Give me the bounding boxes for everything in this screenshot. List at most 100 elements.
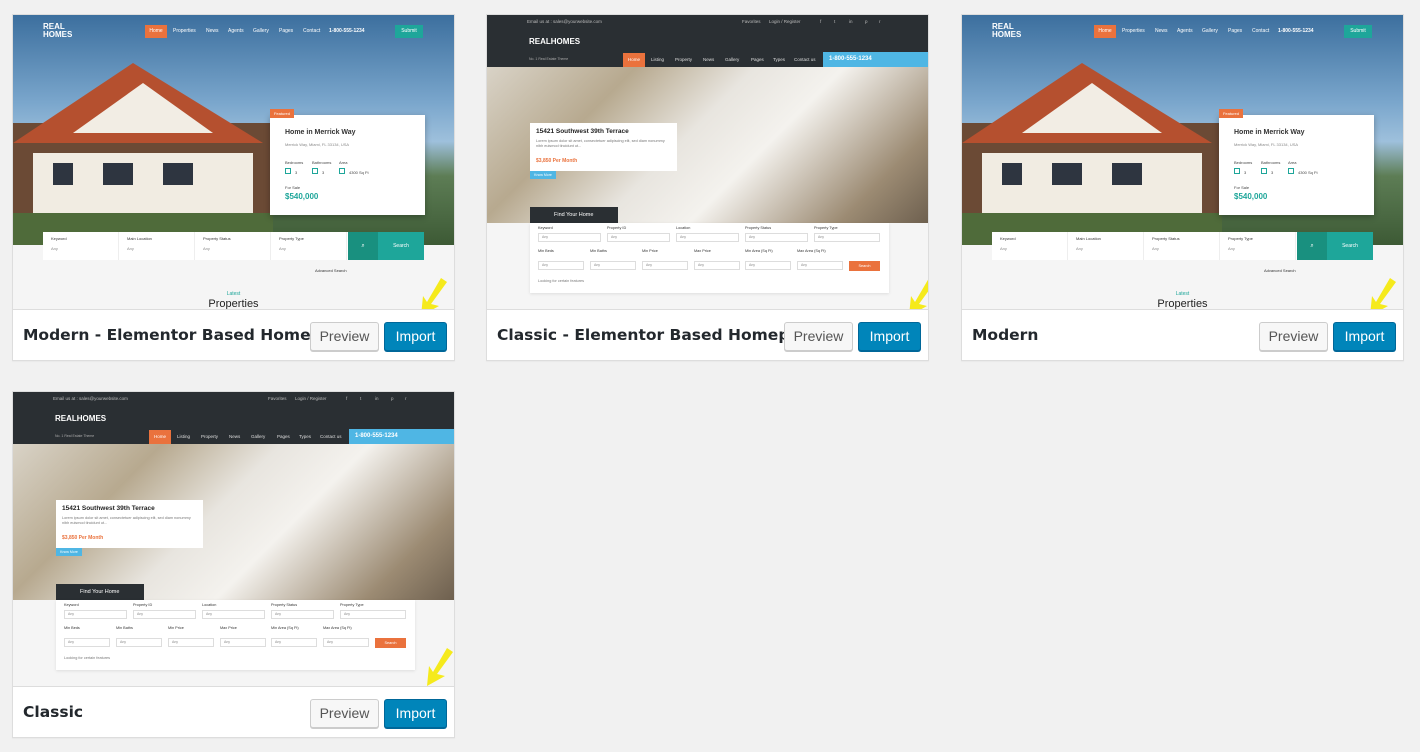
demo-screenshot[interactable]: Email us at : sales@yourwebsite.com Favo… [13, 392, 454, 686]
meta-value: 4300 Sq Ft [1298, 170, 1318, 175]
import-button[interactable]: Import [858, 322, 921, 351]
field-input: Any [607, 233, 670, 242]
thumb-nav-item: Gallery [1202, 28, 1218, 34]
field-label: Keyword [538, 226, 553, 230]
rss-icon: r [405, 396, 407, 401]
bed-icon [1234, 168, 1240, 174]
thumb-email: Email us at : sales@yourwebsite.com [53, 396, 128, 401]
search-field: Property Status Any [195, 232, 271, 260]
meta-label: Bedrooms [1234, 160, 1253, 165]
preview-button[interactable]: Preview [784, 322, 853, 351]
field-label: Min Area (Sq Ft) [745, 249, 773, 253]
demo-card-footer: Classic - Elementor Based Homepage Previ… [487, 309, 928, 360]
field-input: Any [168, 638, 214, 647]
meta-value: 3 [295, 170, 298, 175]
demo-card-footer: Modern Preview Import [962, 309, 1403, 360]
thumb-property-card: 15421 Southwest 39th Terrace Lorem ipsum… [56, 500, 203, 548]
property-price: $540,000 [285, 192, 319, 201]
field-input: Any [538, 233, 601, 242]
rss-icon: r [879, 19, 881, 24]
thumb-nav-item: Pages [1228, 28, 1243, 34]
demo-name: Modern - Elementor Based Homepage [23, 326, 354, 344]
featured-badge: Featured [1219, 109, 1243, 118]
know-more-button: Know More [530, 171, 556, 179]
field-label: Max Area (Sq Ft) [797, 249, 826, 253]
field-value: Any [1000, 246, 1007, 251]
property-title: 15421 Southwest 39th Terrace [536, 128, 629, 135]
field-label: Min Baths [116, 626, 133, 630]
field-label: Property ID [607, 226, 627, 230]
search-icon: ⌕ [1297, 232, 1327, 260]
bath-icon [1261, 168, 1267, 174]
thumb-header: Email us at : sales@yourwebsite.com Favo… [13, 392, 454, 444]
thumb-nav-item: Contact [1252, 28, 1270, 34]
field-input: Any [676, 233, 739, 242]
import-button[interactable]: Import [1333, 322, 1396, 351]
linkedin-icon: in [849, 19, 853, 24]
thumb-email: Email us at : sales@yourwebsite.com [527, 19, 602, 24]
search-field: Keyword Any [992, 232, 1068, 260]
field-input: Any [694, 261, 740, 270]
field-value: Any [279, 246, 286, 251]
field-label: Min Area (Sq Ft) [271, 626, 299, 630]
field-input: Any [642, 261, 688, 270]
demo-card-modern-elementor: REAL HOMES Home Properties News Agents Ga… [12, 14, 455, 361]
for-sale-label: For Sale [1234, 185, 1250, 190]
thumb-nav-item: Pages [751, 57, 764, 62]
field-label: Min Beds [538, 249, 554, 253]
demo-card-footer: Classic Preview Import [13, 686, 454, 737]
demo-screenshot[interactable]: REAL HOMES Home Properties News Agents Ga… [962, 15, 1403, 309]
latest-label: Latest [1175, 291, 1190, 297]
field-label: Property Status [1152, 236, 1180, 241]
thumb-search-button: Search [1327, 232, 1373, 260]
house-image [962, 63, 1222, 245]
preview-button[interactable]: Preview [1259, 322, 1328, 351]
demo-card-modern: REAL HOMES Home Properties News Agents Ga… [961, 14, 1404, 361]
thumb-nav-item: Contact us [794, 57, 816, 62]
find-home-tab: Find Your Home [530, 207, 618, 223]
field-value: Any [1152, 246, 1159, 251]
thumb-nav-home: Home [145, 25, 167, 38]
thumb-property-card: Featured Home in Merrick Way Merrick Way… [1219, 109, 1374, 215]
import-button[interactable]: Import [384, 322, 447, 351]
demo-screenshot[interactable]: REAL HOMES Home Properties News Agents Ga… [13, 15, 454, 309]
meta-value: 3 [322, 170, 325, 175]
pinterest-icon: p [391, 396, 394, 401]
demo-screenshot[interactable]: Email us at : sales@yourwebsite.com Favo… [487, 15, 928, 309]
thumb-submit: Submit [395, 25, 423, 38]
demo-card-footer: Modern - Elementor Based Homepage Previe… [13, 309, 454, 360]
field-label: Min Price [642, 249, 658, 253]
advanced-search-link: Advanced Search [315, 268, 347, 273]
properties-heading: Properties [208, 298, 259, 309]
thumb-phone: 1-800-555-1234 [1278, 28, 1314, 34]
thumb-nav-item: News [1155, 28, 1168, 34]
thumb-nav-item: News [229, 434, 241, 439]
thumb-nav-item: Gallery [253, 28, 269, 34]
demo-name: Classic [23, 703, 84, 721]
thumb-nav-home: Home [623, 53, 645, 67]
thumb-nav-item: Listing [177, 434, 191, 439]
property-price: $3,850 Per Month [536, 158, 578, 164]
thumb-nav-item: Properties [173, 28, 196, 34]
thumb-nav-item: Agents [228, 28, 244, 34]
logo-text: HOMES [992, 30, 1022, 39]
field-label: Min Price [168, 626, 184, 630]
thumb-nav-item: News [703, 57, 715, 62]
preview-button[interactable]: Preview [310, 699, 379, 728]
field-input: Any [220, 638, 266, 647]
preview-button[interactable]: Preview [310, 322, 379, 351]
field-input: Any [64, 638, 110, 647]
property-price: $540,000 [1234, 192, 1268, 201]
field-label: Main Location [127, 236, 152, 241]
featured-badge: Featured [270, 109, 294, 118]
search-field: Property Type Any [271, 232, 347, 260]
thumb-phone: 1-800-555-1234 [349, 429, 454, 444]
area-icon [1288, 168, 1294, 174]
thumb-header: Email us at : sales@yourwebsite.com Favo… [487, 15, 928, 67]
field-value: Any [51, 246, 58, 251]
import-button[interactable]: Import [384, 699, 447, 728]
bed-icon [285, 168, 291, 174]
know-more-button: Know More [56, 548, 82, 556]
meta-label: Area [339, 160, 348, 165]
field-input: Any [271, 610, 334, 619]
